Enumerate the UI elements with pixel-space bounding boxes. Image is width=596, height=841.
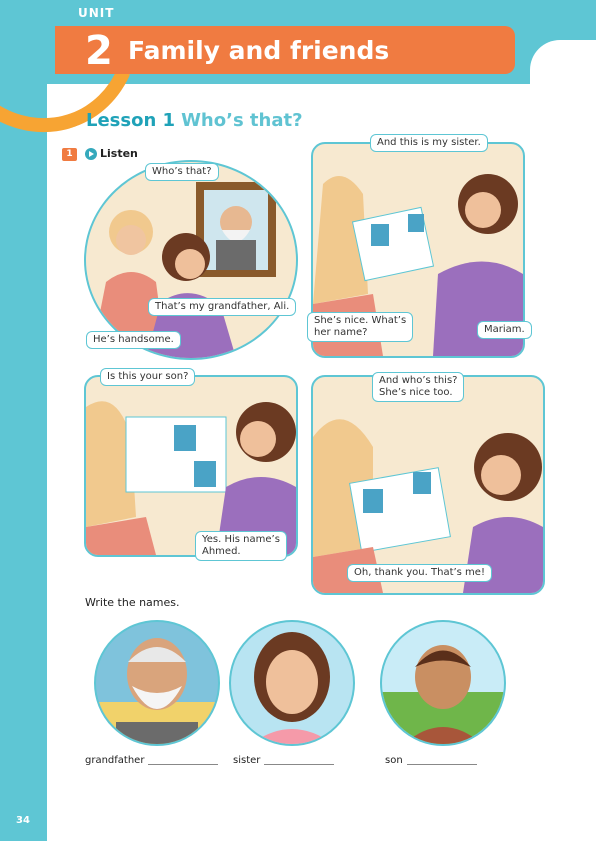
exercise-label: Listen bbox=[100, 147, 138, 160]
lesson-heading: Lesson 1 Who’s that? bbox=[86, 110, 303, 131]
speech-bubble: Yes. His name’s Ahmed. bbox=[195, 531, 287, 561]
son-illustration bbox=[382, 645, 504, 744]
portrait-grandfather bbox=[94, 620, 220, 746]
speech-bubble: Who’s that? bbox=[145, 163, 219, 181]
name-answer-sister: sister bbox=[233, 755, 335, 766]
name-answer-son: son bbox=[385, 755, 477, 766]
speech-bubble: That’s my grandfather, Ali. bbox=[148, 298, 297, 316]
panel-3-illustration bbox=[86, 401, 296, 555]
header-corner bbox=[530, 40, 596, 100]
grandfather-illustration bbox=[96, 638, 218, 744]
portrait-sister bbox=[229, 620, 355, 746]
exercise-number: 1 bbox=[62, 148, 77, 161]
answer-line[interactable] bbox=[406, 764, 477, 765]
lesson-title: Who’s that? bbox=[181, 110, 303, 131]
speech-bubble: Oh, thank you. That’s me! bbox=[347, 564, 492, 582]
speech-bubble: She’s nice. What’s her name? bbox=[307, 312, 414, 342]
speech-bubble: Is this your son? bbox=[100, 368, 196, 386]
sister-illustration bbox=[251, 632, 333, 744]
speech-bubble: And this is my sister. bbox=[370, 134, 488, 152]
unit-number: 2 bbox=[85, 28, 113, 74]
answer-line[interactable] bbox=[148, 764, 219, 765]
portrait-son bbox=[380, 620, 506, 746]
speech-bubble: Mariam. bbox=[477, 321, 532, 339]
page-number: 34 bbox=[16, 815, 30, 826]
panel-4-illustration bbox=[313, 419, 543, 593]
panel-1-illustration bbox=[91, 182, 276, 358]
unit-label: UNIT bbox=[78, 6, 115, 20]
answer-line[interactable] bbox=[264, 764, 335, 765]
lesson-number: Lesson 1 bbox=[86, 110, 176, 131]
audio-play-icon[interactable] bbox=[85, 148, 97, 160]
comic-panel-1 bbox=[84, 160, 298, 360]
name-label: son bbox=[385, 755, 403, 766]
write-instruction: Write the names. bbox=[85, 596, 180, 609]
unit-title: Family and friends bbox=[128, 36, 390, 65]
name-label: sister bbox=[233, 755, 261, 766]
name-answer-grandfather: grandfather bbox=[85, 755, 219, 766]
comic-panel-3 bbox=[84, 375, 298, 557]
speech-bubble: And who’s this? She’s nice too. bbox=[372, 372, 465, 402]
comic-panel-4 bbox=[311, 375, 545, 595]
name-label: grandfather bbox=[85, 755, 145, 766]
speech-bubble: He’s handsome. bbox=[86, 331, 181, 349]
